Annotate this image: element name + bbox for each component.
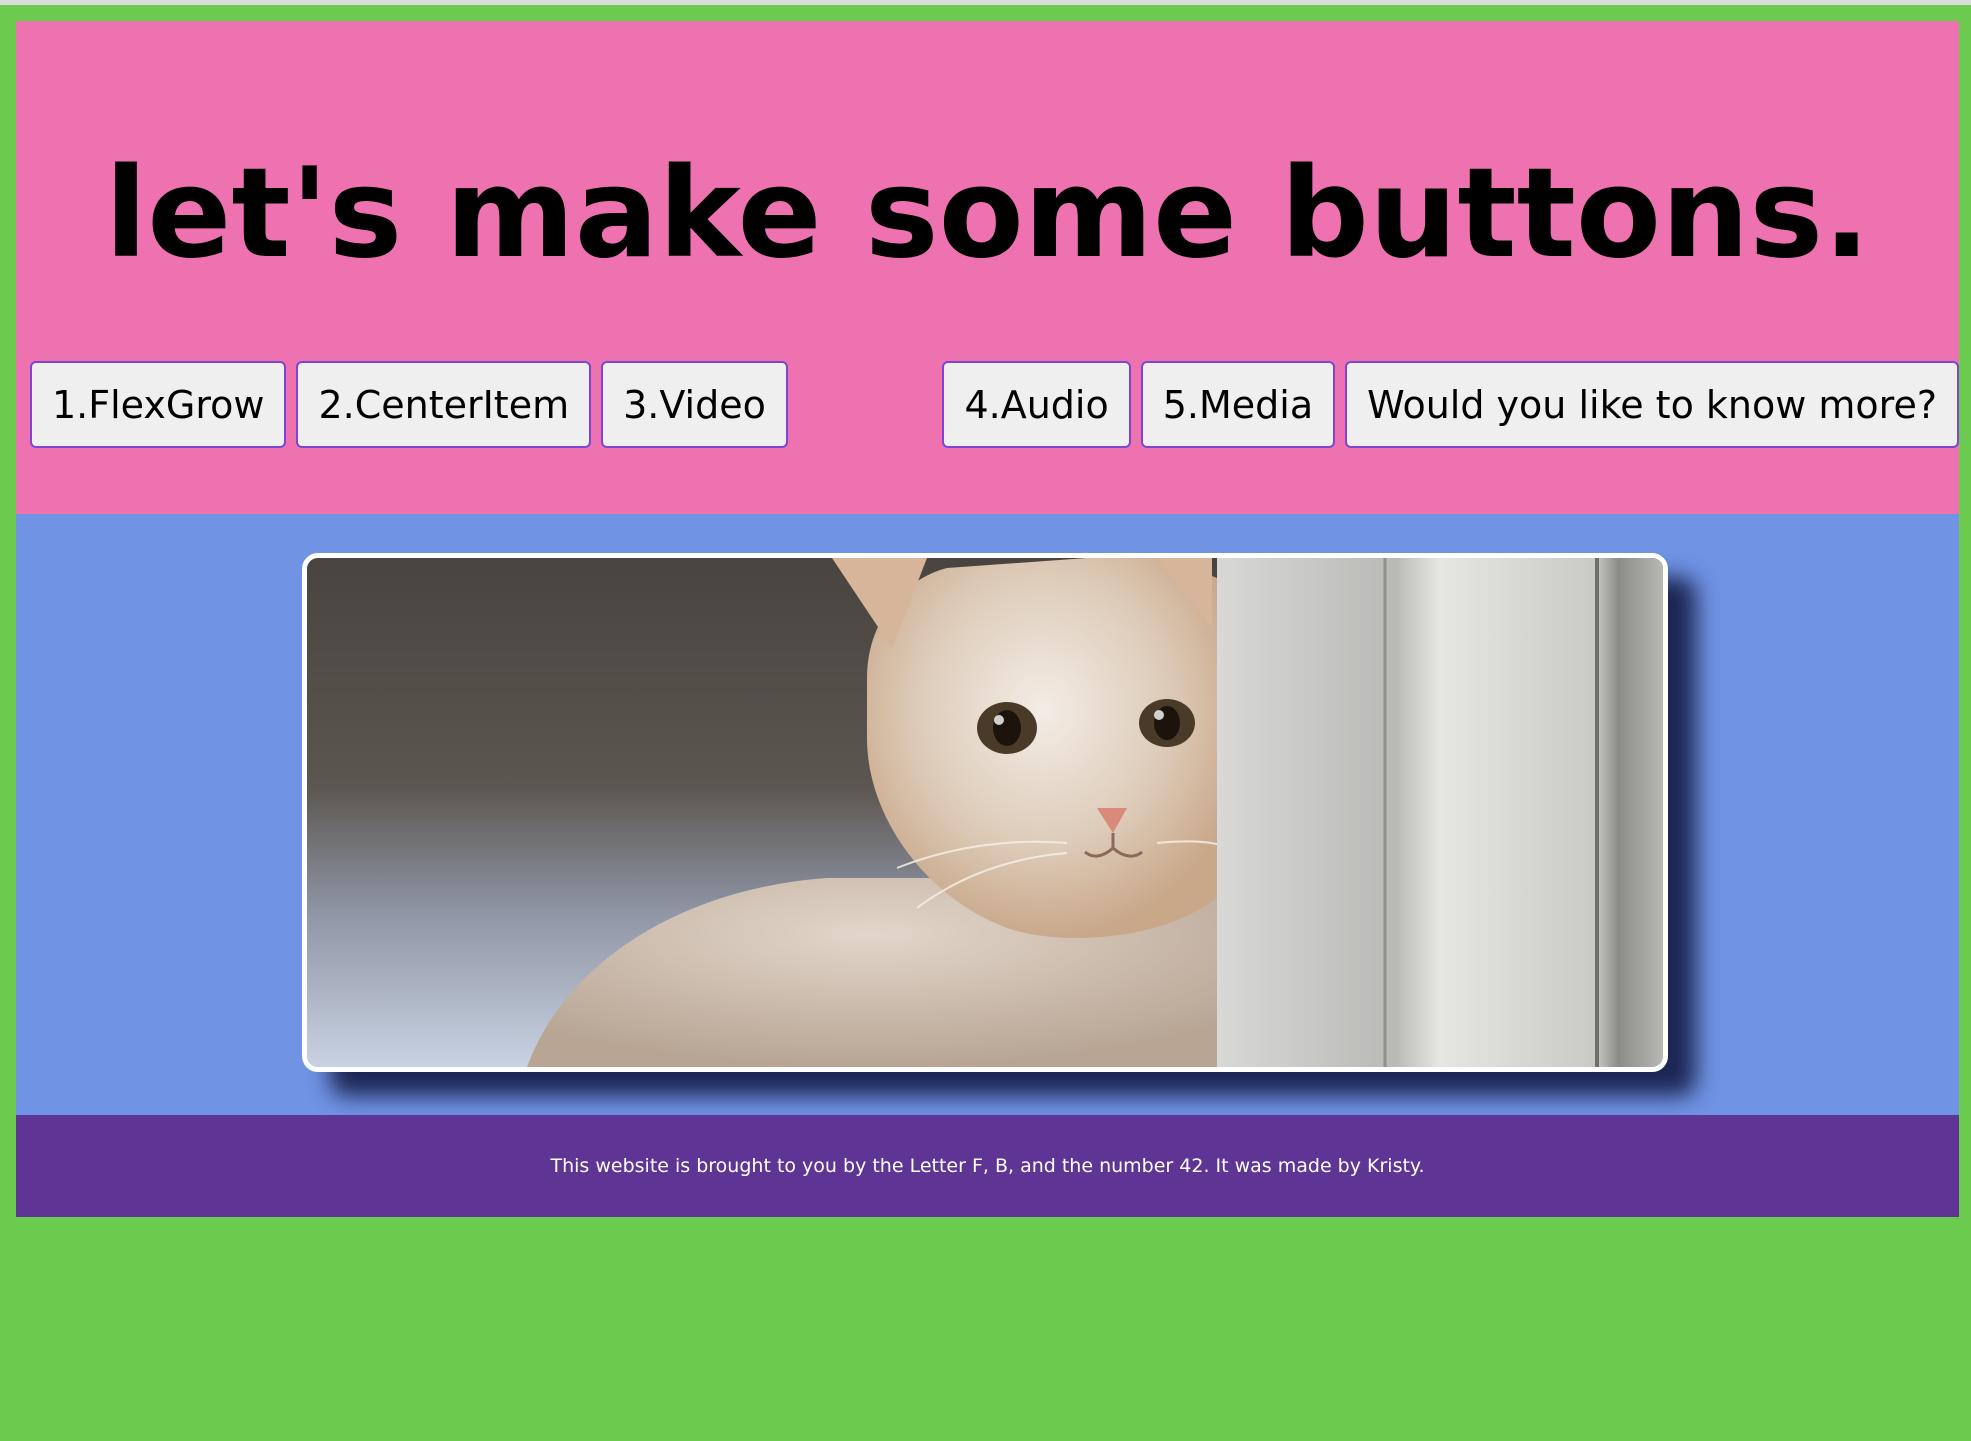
media-button[interactable]: 5.Media xyxy=(1140,361,1336,448)
kitten-image xyxy=(302,553,1668,1072)
page: let's make some buttons. 1.FlexGrow 2.Ce… xyxy=(16,21,1959,1217)
video-button[interactable]: 3.Video xyxy=(601,361,788,448)
know-more-button[interactable]: Would you like to know more? xyxy=(1345,361,1959,448)
page-title: let's make some buttons. xyxy=(104,142,1871,286)
flexgrow-button[interactable]: 1.FlexGrow xyxy=(30,361,287,448)
centeritem-button[interactable]: 2.CenterItem xyxy=(296,361,592,448)
audio-button[interactable]: 4.Audio xyxy=(942,361,1131,448)
button-nav: 1.FlexGrow 2.CenterItem 3.Video 4.Audio … xyxy=(30,361,1959,448)
main-content xyxy=(16,514,1959,1115)
header: let's make some buttons. 1.FlexGrow 2.Ce… xyxy=(16,21,1959,514)
kitten-illustration xyxy=(307,558,1663,1067)
footer-text: This website is brought to you by the Le… xyxy=(550,1155,1425,1177)
window-top-edge xyxy=(0,0,1971,5)
footer: This website is brought to you by the Le… xyxy=(16,1115,1959,1217)
